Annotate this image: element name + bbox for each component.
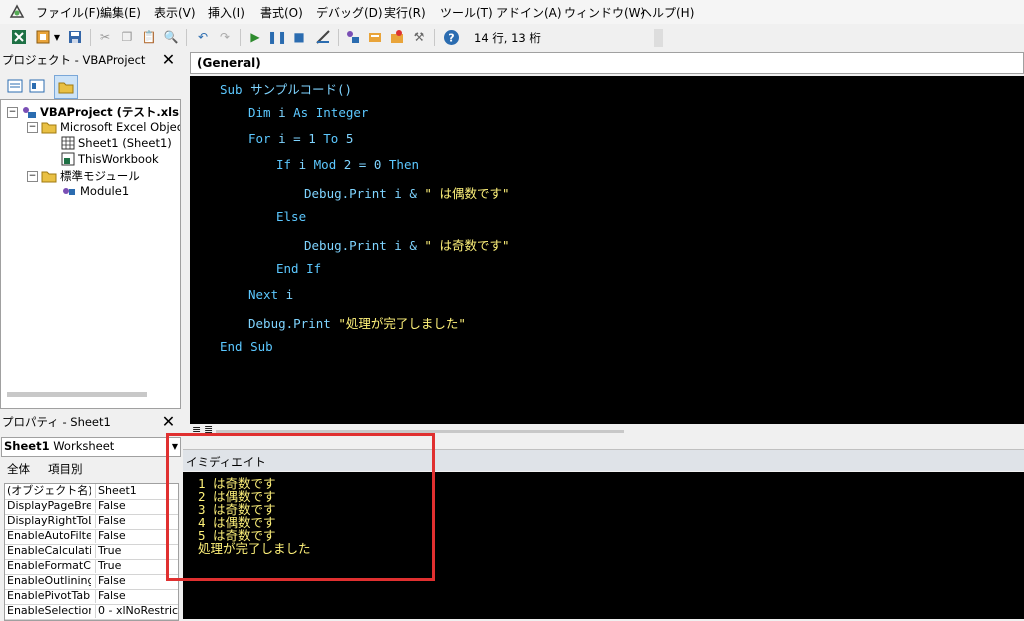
- property-row[interactable]: EnableSelection0 - xlNoRestrictions: [5, 604, 178, 620]
- view-code-icon[interactable]: [6, 77, 24, 95]
- toolbar-options-icon[interactable]: [654, 29, 663, 47]
- tree-item-excel-objects[interactable]: − Microsoft Excel Objects: [27, 120, 180, 134]
- stop-icon[interactable]: ■: [290, 28, 308, 46]
- property-row[interactable]: (オブジェクト名) Sheet1: [5, 484, 178, 500]
- menu-debug[interactable]: デバッグ(D): [316, 4, 383, 21]
- paste-icon[interactable]: 📋: [140, 28, 158, 46]
- property-row[interactable]: DisplayPageBreaksFalse: [5, 499, 178, 515]
- highlight-annotation: [166, 433, 435, 581]
- workbook-icon: [61, 152, 75, 166]
- menu-tools[interactable]: ツール(T): [440, 4, 493, 21]
- run-icon[interactable]: ▶: [246, 28, 264, 46]
- procedure-combo-bar: (General): [190, 52, 1024, 74]
- code-line: If i Mod 2 = 0 Then: [276, 157, 420, 172]
- tree-item-module1[interactable]: Module1: [61, 184, 129, 198]
- property-row[interactable]: EnableOutlining False: [5, 574, 178, 590]
- code-line: Next i: [248, 287, 294, 302]
- menu-view[interactable]: 表示(V): [154, 4, 196, 21]
- property-row[interactable]: EnableAutoFilter False: [5, 529, 178, 545]
- project-tree: − VBAProject (テスト.xlsm) − Microsoft Exce…: [0, 99, 181, 409]
- tree-item-sheet1[interactable]: Sheet1 (Sheet1): [61, 136, 172, 150]
- code-line: Else: [276, 209, 307, 224]
- properties-window-icon[interactable]: [366, 28, 384, 46]
- code-line: For i = 1 To 5: [248, 131, 354, 146]
- properties-window: プロパティ - Sheet1 ✕ Sheet1 Worksheet ▼ 全体 項…: [0, 411, 183, 621]
- redo-icon[interactable]: ↷: [216, 28, 234, 46]
- module-icon: [63, 188, 75, 195]
- close-icon[interactable]: ✕: [160, 52, 177, 69]
- save-icon[interactable]: [66, 28, 84, 46]
- undo-icon[interactable]: ↶: [194, 28, 212, 46]
- code-line: Debug.Print i & " は偶数です": [304, 186, 510, 201]
- menu-bar: ファイル(F) 編集(E) 表示(V) 挿入(I) 書式(O) デバッグ(D) …: [0, 0, 1024, 24]
- code-line: Dim i As Integer: [248, 105, 369, 120]
- tree-item-vbaproject[interactable]: − VBAProject (テスト.xlsm): [7, 104, 180, 120]
- view-object-icon[interactable]: [28, 77, 46, 95]
- object-combo[interactable]: (General): [197, 56, 261, 70]
- code-editor[interactable]: Sub サンプルコード() Dim i As Integer For i = 1…: [190, 76, 1024, 424]
- help-icon[interactable]: ?: [442, 28, 460, 46]
- project-explorer-icon[interactable]: [344, 28, 362, 46]
- folder-icon: [41, 171, 57, 183]
- vbaproject-icon: [23, 107, 36, 118]
- menu-format[interactable]: 書式(O): [260, 4, 303, 21]
- menu-file[interactable]: ファイル(F): [36, 4, 100, 21]
- project-toolbar: [0, 71, 181, 99]
- pause-icon[interactable]: ❚❚: [267, 28, 287, 46]
- code-line: End If: [276, 261, 322, 276]
- object-selector[interactable]: Sheet1 Worksheet ▼: [1, 437, 181, 457]
- cut-icon[interactable]: ✂: [96, 28, 114, 46]
- property-row[interactable]: EnableFormatConditionsCalculationTrue: [5, 559, 178, 575]
- property-row[interactable]: EnableCalculationTrue: [5, 544, 178, 560]
- menu-help[interactable]: ヘルプ(H): [640, 4, 694, 21]
- toggle-folders-icon[interactable]: [54, 75, 78, 99]
- menu-insert[interactable]: 挿入(I): [208, 4, 245, 21]
- object-browser-icon[interactable]: [388, 28, 406, 46]
- copy-icon[interactable]: ❐: [118, 28, 136, 46]
- standard-toolbar: ▼ ✂ ❐ 📋 🔍 ↶ ↷ ▶ ❚❚ ■ ⚒ ? 14 行, 13 桁: [0, 24, 665, 51]
- svg-text:?: ?: [448, 31, 454, 44]
- insert-module-icon[interactable]: [34, 28, 52, 46]
- tab-categorized[interactable]: 項目別: [48, 461, 83, 477]
- tree-scrollbar[interactable]: [7, 392, 147, 397]
- chevron-down-icon[interactable]: ▼: [52, 28, 62, 46]
- folder-icon: [41, 122, 57, 134]
- property-row[interactable]: EnablePivotTable False: [5, 589, 178, 605]
- menu-run[interactable]: 実行(R): [384, 4, 426, 21]
- design-mode-icon[interactable]: [314, 28, 332, 46]
- cursor-position: 14 行, 13 桁: [474, 31, 541, 45]
- vba-app-icon: [9, 4, 25, 18]
- close-icon[interactable]: ✕: [160, 414, 177, 431]
- excel-icon[interactable]: [10, 28, 28, 46]
- menu-edit[interactable]: 編集(E): [100, 4, 141, 21]
- tab-alphabetic[interactable]: 全体: [7, 461, 30, 477]
- code-line: Sub サンプルコード(): [220, 82, 353, 97]
- properties-title: プロパティ - Sheet1: [0, 413, 183, 432]
- menu-window[interactable]: ウィンドウ(W): [564, 4, 645, 21]
- project-explorer: プロジェクト - VBAProject ✕ − VBAProject (テスト.…: [0, 51, 183, 409]
- find-icon[interactable]: 🔍: [162, 28, 180, 46]
- toolbox-icon[interactable]: ⚒: [410, 28, 428, 46]
- code-line: Debug.Print "処理が完了しました": [248, 316, 466, 331]
- property-row[interactable]: DisplayRightToLeftFalse: [5, 514, 178, 530]
- tree-item-thisworkbook[interactable]: ThisWorkbook: [61, 152, 159, 166]
- code-line: Debug.Print i & " は奇数です": [304, 238, 510, 253]
- worksheet-icon: [61, 136, 75, 150]
- property-grid: (オブジェクト名)Sheet1 DisplayPageBreaksFalse D…: [4, 483, 179, 621]
- menu-addins[interactable]: アドイン(A): [496, 4, 562, 21]
- project-explorer-title: プロジェクト - VBAProject: [0, 51, 183, 70]
- tree-item-modules[interactable]: − 標準モジュール: [27, 168, 140, 184]
- code-line: End Sub: [220, 339, 273, 354]
